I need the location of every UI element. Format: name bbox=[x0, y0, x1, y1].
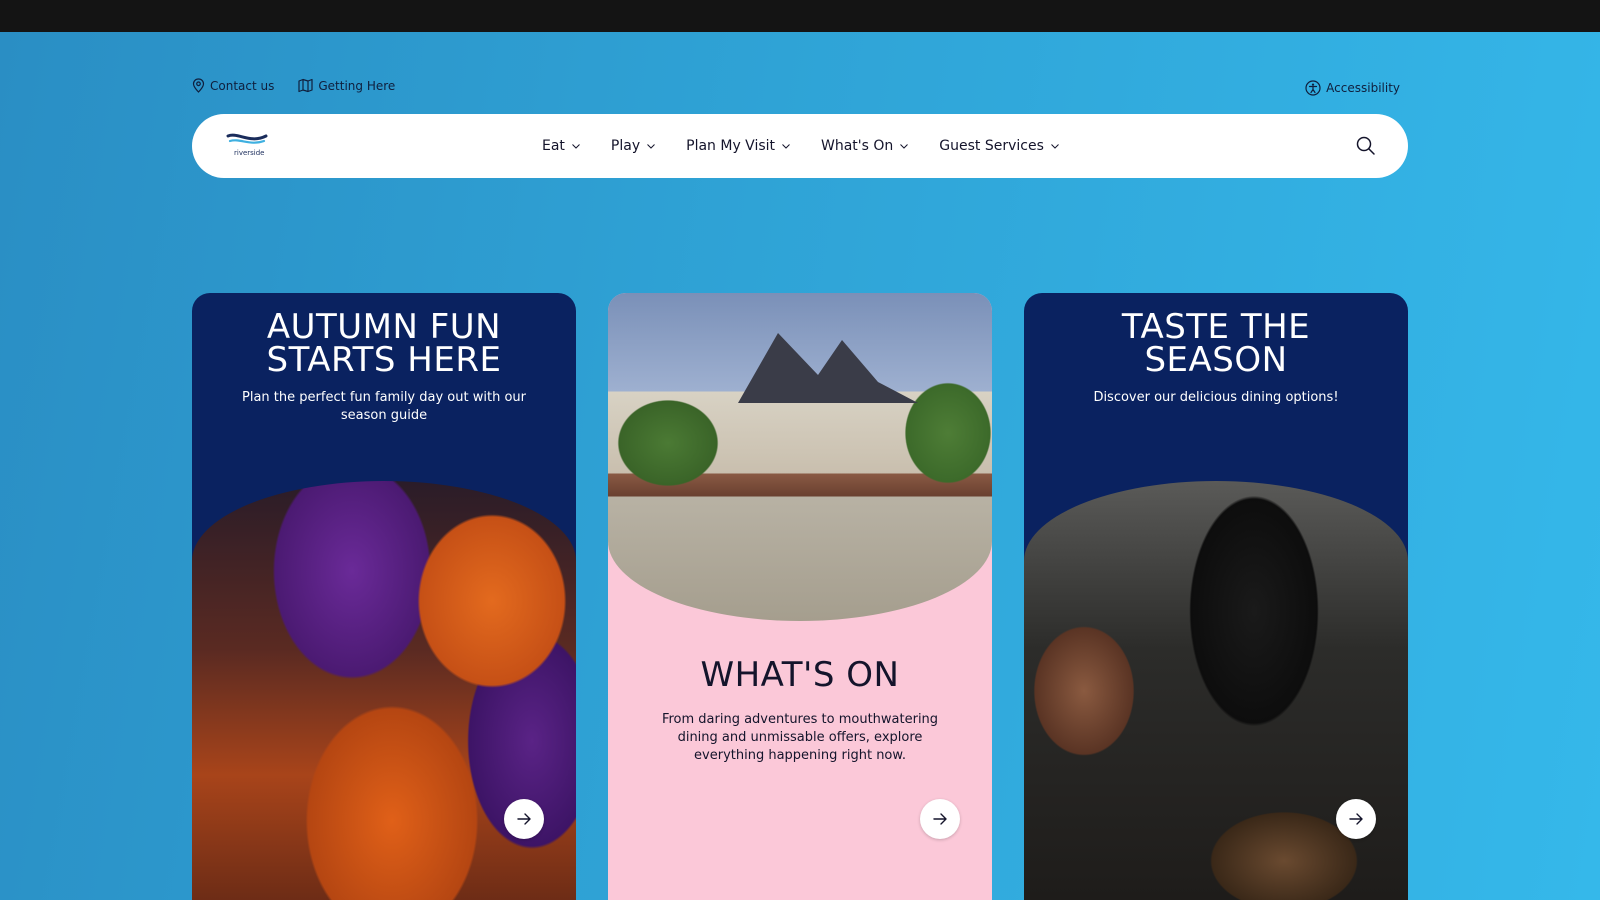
nav-item-label: Eat bbox=[542, 138, 565, 154]
nav-menu: Eat Play Plan My Visit What's On Guest S… bbox=[542, 114, 1060, 178]
nav-item-guest-services[interactable]: Guest Services bbox=[939, 138, 1060, 154]
nav-item-whats-on[interactable]: What's On bbox=[821, 138, 909, 154]
nav-item-label: Guest Services bbox=[939, 138, 1044, 154]
card-autumn-fun[interactable]: AUTUMN FUN STARTS HERE Plan the perfect … bbox=[192, 293, 576, 900]
card-title: TASTE THE SEASON bbox=[1121, 307, 1311, 380]
contact-us-label: Contact us bbox=[210, 78, 275, 93]
nav-item-play[interactable]: Play bbox=[611, 138, 656, 154]
contact-us-link[interactable]: Contact us bbox=[192, 78, 274, 93]
logo-wave-icon bbox=[226, 133, 268, 144]
card-title: AUTUMN FUN STARTS HERE bbox=[266, 307, 502, 380]
search-button[interactable] bbox=[1354, 134, 1378, 158]
accessibility-icon bbox=[1305, 80, 1321, 96]
arrow-right-icon bbox=[933, 813, 947, 825]
search-icon bbox=[1356, 136, 1375, 155]
chevron-down-icon bbox=[900, 144, 909, 149]
card-description: From daring adventures to mouthwatering … bbox=[661, 712, 939, 763]
accessibility-label: Accessibility bbox=[1326, 81, 1400, 95]
nav-item-label: Play bbox=[610, 138, 641, 154]
nav-item-plan-my-visit[interactable]: Plan My Visit bbox=[686, 138, 791, 154]
card-arrow-button[interactable] bbox=[920, 799, 960, 839]
utility-links: Contact us Getting Here bbox=[192, 78, 395, 93]
chevron-down-icon bbox=[572, 144, 580, 149]
card-arrow-button[interactable] bbox=[1336, 799, 1376, 839]
card-whats-on[interactable]: WHAT'S ON From daring adventures to mout… bbox=[608, 293, 992, 900]
getting-here-link[interactable]: Getting Here bbox=[298, 78, 395, 93]
map-pin-icon bbox=[192, 78, 205, 93]
chevron-down-icon bbox=[1051, 144, 1059, 149]
card-content: WHAT'S ON From daring adventures to mout… bbox=[608, 655, 992, 765]
chevron-down-icon bbox=[782, 144, 790, 149]
card-title: WHAT'S ON bbox=[700, 655, 900, 695]
main-navbar: riverside Eat Play Plan My Visit What's … bbox=[192, 114, 1408, 178]
chevron-down-icon bbox=[647, 144, 655, 149]
card-image-building bbox=[608, 293, 992, 621]
card-description: Discover our delicious dining options! bbox=[1093, 390, 1339, 405]
card-taste-the-season[interactable]: TASTE THE SEASON Discover our delicious … bbox=[1024, 293, 1408, 900]
building-roof-shape bbox=[738, 333, 918, 403]
card-description: Plan the perfect fun family day out with… bbox=[242, 390, 526, 423]
nav-item-eat[interactable]: Eat bbox=[542, 138, 581, 154]
riverside-logo[interactable]: riverside bbox=[226, 130, 270, 162]
arrow-right-icon bbox=[1349, 813, 1363, 825]
nav-item-label: Plan My Visit bbox=[686, 138, 776, 154]
card-arrow-button[interactable] bbox=[504, 799, 544, 839]
logo-text: riverside bbox=[234, 149, 265, 157]
accessibility-link[interactable]: Accessibility bbox=[1305, 80, 1400, 96]
map-icon bbox=[298, 78, 313, 93]
top-black-bar bbox=[0, 0, 1600, 32]
nav-item-label: What's On bbox=[821, 138, 894, 154]
arrow-right-icon bbox=[517, 813, 531, 825]
getting-here-label: Getting Here bbox=[318, 78, 396, 93]
